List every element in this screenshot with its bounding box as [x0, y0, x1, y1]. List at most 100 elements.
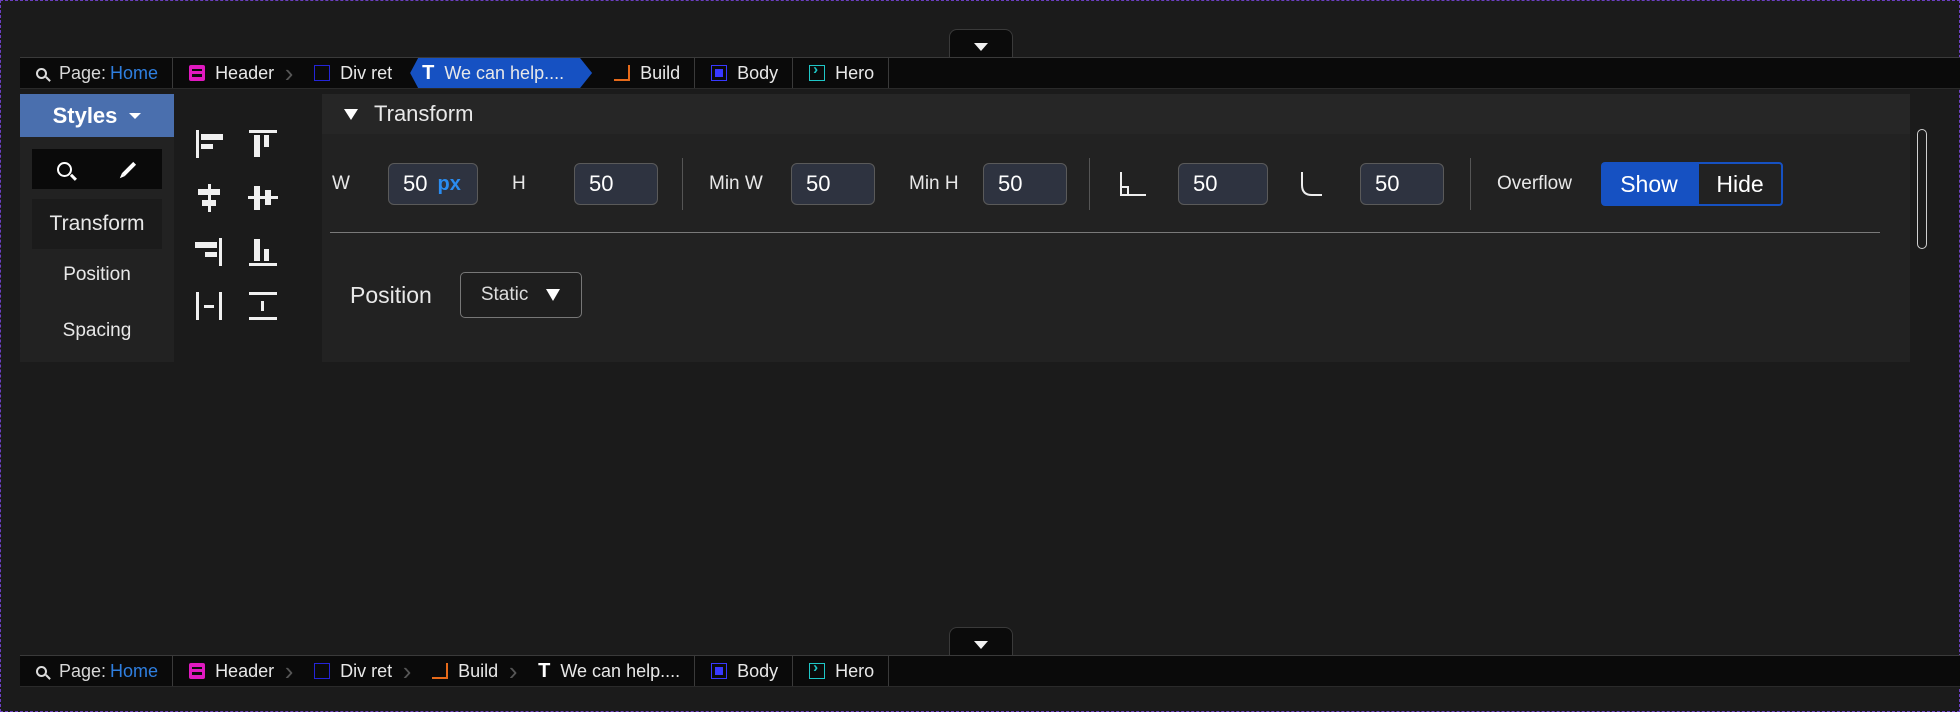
crumb-label: Body: [737, 660, 779, 681]
section-title: Transform: [374, 101, 474, 126]
page-name-link[interactable]: Home: [110, 661, 158, 682]
min-height-label: Min H: [909, 173, 959, 194]
page-selector[interactable]: Page: Home: [20, 58, 174, 88]
crumb-header[interactable]: Header: [173, 58, 288, 88]
overflow-toggle: Show Hide: [1601, 162, 1783, 206]
collapse-triangle-icon[interactable]: [344, 108, 358, 120]
height-input[interactable]: 50: [574, 163, 658, 205]
width-unit[interactable]: px: [437, 173, 460, 196]
corner-radius-value: 50: [1375, 171, 1400, 196]
search-icon[interactable]: [56, 161, 72, 177]
corner-size-value: 50: [1193, 171, 1218, 196]
align-left-icon[interactable]: [192, 128, 228, 160]
body-element-icon: [711, 65, 728, 81]
crumb-label: Hero: [835, 660, 875, 681]
align-bottom-icon[interactable]: [246, 236, 282, 268]
div-element-icon: [314, 65, 331, 81]
scrollbar-thumb[interactable]: [1917, 129, 1927, 249]
corner-radius-icon: [1298, 169, 1328, 199]
page-label: Page:: [59, 660, 107, 681]
width-value: 50: [403, 171, 428, 196]
styles-label: Styles: [52, 102, 118, 128]
panel-scrollbar[interactable]: [1910, 94, 1940, 362]
crumb-label: Div ret: [340, 660, 393, 681]
transform-fields-row: W 50 px H 50 Min W 50 Min H 50 50 50 Ove…: [322, 158, 1783, 210]
dropdown-arrow-icon: [546, 289, 561, 301]
divider: [1470, 158, 1471, 210]
text-element-icon: T: [538, 659, 551, 682]
sidebar-item-label: Transform: [49, 212, 145, 235]
crumb-label: Header: [215, 62, 275, 83]
crumb-label: Build: [458, 660, 499, 681]
height-label: H: [512, 173, 526, 194]
hero-element-icon: [809, 61, 826, 81]
min-width-label: Min W: [709, 173, 763, 194]
overflow-show-button[interactable]: Show: [1601, 162, 1697, 206]
page-label: Page:: [59, 62, 107, 83]
min-width-input[interactable]: 50: [791, 163, 875, 205]
crumb-label: Div ret: [340, 62, 393, 83]
min-height-input[interactable]: 50: [983, 163, 1067, 205]
overflow-hide-button[interactable]: Hide: [1697, 162, 1783, 206]
min-height-value: 50: [998, 171, 1023, 196]
transform-section-header[interactable]: Transform: [322, 94, 1910, 134]
crumb-label: Build: [640, 62, 681, 83]
crumb-div-ret[interactable]: Div ret: [298, 58, 406, 88]
build-element-icon: [432, 663, 449, 679]
sidebar-item-position[interactable]: Position: [32, 255, 162, 295]
crumb-label: We can help....: [444, 62, 565, 83]
position-value: Static: [480, 284, 529, 305]
search-icon: [36, 67, 47, 79]
height-value: 50: [589, 171, 614, 196]
styles-sidebar: Styles Transform Position Spacing: [20, 94, 174, 362]
chevron-down-icon: [974, 42, 988, 51]
pencil-icon[interactable]: [122, 161, 137, 177]
position-select[interactable]: Static: [459, 272, 582, 318]
corner-size-input[interactable]: 50: [1178, 163, 1268, 205]
crumb-body[interactable]: Body: [695, 656, 794, 686]
overflow-label: Overflow: [1497, 173, 1572, 194]
crumb-we-can-help[interactable]: T We can help....: [522, 656, 696, 686]
section-divider: [330, 232, 1880, 233]
corner-radius-input[interactable]: 50: [1360, 163, 1444, 205]
div-element-icon: [314, 663, 331, 679]
chevron-down-icon: [974, 640, 988, 649]
position-label: Position: [350, 281, 432, 308]
min-width-value: 50: [806, 171, 831, 196]
crumb-header[interactable]: Header: [173, 656, 288, 686]
transform-panel: Transform W 50 px H 50 Min W 50 Min H 50…: [322, 94, 1910, 362]
body-element-icon: [711, 663, 728, 679]
crumb-build[interactable]: Build: [416, 656, 512, 686]
crumb-hero[interactable]: Hero: [793, 656, 890, 686]
position-row: Position Static: [350, 272, 582, 318]
alignment-tools: [192, 128, 288, 322]
crumb-we-can-help-active[interactable]: T We can help....: [410, 58, 592, 88]
align-center-horizontal-icon[interactable]: [192, 182, 228, 214]
divider: [682, 158, 683, 210]
crumb-hero[interactable]: Hero: [793, 58, 890, 88]
header-element-icon: [189, 65, 206, 81]
width-input[interactable]: 50 px: [388, 163, 478, 205]
align-right-icon[interactable]: [192, 236, 228, 268]
crumb-build[interactable]: Build: [598, 58, 696, 88]
page-name-link[interactable]: Home: [110, 63, 158, 84]
crumb-label: Header: [215, 660, 275, 681]
distribute-horizontal-icon[interactable]: [192, 290, 228, 322]
crumb-div-ret[interactable]: Div ret: [298, 656, 406, 686]
sidebar-item-label: Position: [63, 264, 131, 285]
hero-element-icon: [809, 659, 826, 679]
align-top-icon[interactable]: [246, 128, 282, 160]
page-selector[interactable]: Page: Home: [20, 656, 174, 686]
crumb-body[interactable]: Body: [695, 58, 794, 88]
styles-dropdown-button[interactable]: Styles: [20, 94, 174, 137]
distribute-vertical-icon[interactable]: [246, 290, 282, 322]
search-icon: [36, 665, 47, 677]
sidebar-item-transform[interactable]: Transform: [32, 199, 162, 249]
header-element-icon: [189, 663, 206, 679]
text-element-icon: T: [422, 61, 435, 84]
build-element-icon: [614, 65, 631, 81]
corner-angle-icon: [1118, 169, 1148, 199]
sidebar-item-spacing[interactable]: Spacing: [32, 311, 162, 351]
sidebar-tools: [32, 149, 162, 189]
align-center-vertical-icon[interactable]: [246, 182, 282, 214]
